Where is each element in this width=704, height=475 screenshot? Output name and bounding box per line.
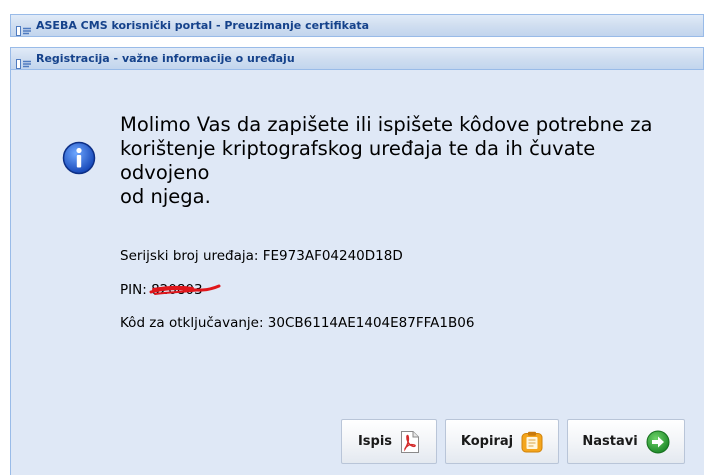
section-header: Registracija - važne informacije o uređa… (10, 47, 704, 70)
copy-button-label: Kopiraj (460, 434, 514, 449)
instruction-message: Molimo Vas da zapišete ili ispišete kôdo… (120, 113, 680, 209)
next-button[interactable]: Nastavi (567, 419, 685, 464)
panel-icon (16, 54, 32, 69)
serial-number-value: FE973AF04240D18D (262, 248, 403, 264)
next-button-label: Nastavi (582, 434, 638, 449)
message-line: Molimo Vas da zapišete ili ispišete kôdo… (120, 113, 653, 136)
arrow-right-icon (646, 430, 670, 454)
certificate-portal-page: ASEBA CMS korisnički portal - Preuzimanj… (0, 0, 704, 475)
unlock-code-label: Kôd za otključavanje: (120, 315, 268, 331)
message-line: od njega. (120, 185, 211, 208)
pin-row: PIN: 820803 (120, 282, 221, 298)
print-button-label: Ispis (357, 434, 393, 449)
info-icon (62, 141, 96, 175)
print-button[interactable]: Ispis (341, 419, 437, 464)
message-line: korištenje kriptografskog uređaja te da … (120, 137, 596, 184)
pin-label: PIN: (120, 282, 152, 298)
unlock-code-value: 30CB6114AE1404E87FFA1B06 (267, 315, 475, 331)
clipboard-icon (521, 431, 543, 453)
serial-number-row: Serijski broj uređaja: FE973AF04240D18D (120, 248, 403, 264)
unlock-code-row: Kôd za otključavanje: 30CB6114AE1404E87F… (120, 315, 474, 331)
serial-number-label: Serijski broj uređaja: (120, 248, 263, 264)
copy-button[interactable]: Kopiraj (445, 419, 559, 464)
section-title: Registracija - važne informacije o uređa… (36, 52, 295, 65)
window-header: ASEBA CMS korisnički portal - Preuzimanj… (10, 14, 704, 37)
window-title: ASEBA CMS korisnički portal - Preuzimanj… (36, 19, 370, 32)
panel-icon (16, 21, 32, 36)
pin-redaction-scribble (149, 284, 221, 295)
pdf-icon (400, 430, 420, 454)
pin-value-wrap: 820803 (149, 282, 221, 298)
